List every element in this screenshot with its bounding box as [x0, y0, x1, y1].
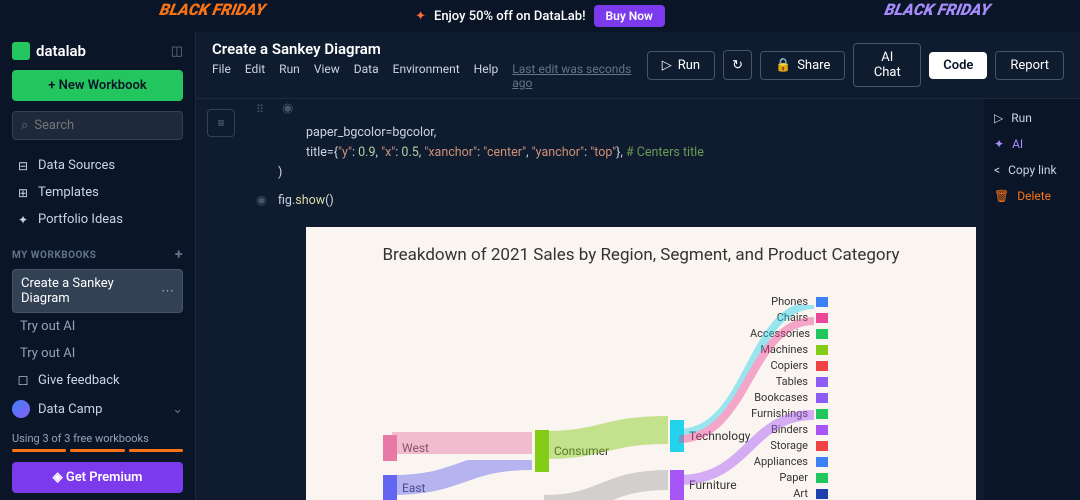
search-input[interactable]: ⌕	[12, 111, 183, 140]
workbook-item[interactable]: Try out AI	[12, 313, 183, 340]
share-button[interactable]: 🔒Share	[760, 51, 845, 80]
code-cell[interactable]: paper_bgcolor=bgcolor, title={"y": 0.9, …	[246, 119, 976, 221]
trash-icon: 🗑	[994, 189, 1009, 203]
drag-handle-icon[interactable]: ⠿	[256, 103, 266, 116]
menu-help[interactable]: Help	[474, 62, 499, 90]
buy-now-button[interactable]: Buy Now	[594, 5, 665, 27]
promo-text: Enjoy 50% off on DataLab!	[434, 9, 586, 24]
user-menu[interactable]: Data Camp ⌄	[12, 394, 183, 424]
nav-templates[interactable]: ⊞Templates	[12, 179, 183, 206]
code-tab[interactable]: Code	[929, 52, 987, 79]
bf-banner-right: BLACK FRIDAY	[883, 0, 992, 19]
menu-file[interactable]: File	[212, 62, 231, 90]
collapse-sidebar-icon[interactable]: ◫	[171, 44, 183, 59]
sparkle-icon: ✦	[994, 137, 1004, 151]
menubar: File Edit Run View Data Environment Help…	[212, 62, 647, 90]
workbook-item-active[interactable]: Create a Sankey Diagram ⋯	[12, 269, 183, 313]
cell-actions-panel: ▷Run ✦AI <Copy link 🗑Delete	[984, 99, 1080, 500]
run-cell-button[interactable]: ▷Run	[994, 111, 1070, 125]
menu-run[interactable]: Run	[279, 62, 300, 90]
feedback-link[interactable]: ☐Give feedback	[12, 367, 183, 394]
last-edit-status[interactable]: Last edit was seconds ago	[512, 62, 646, 90]
bulb-icon: ✦	[16, 213, 30, 227]
nav-portfolio[interactable]: ✦Portfolio Ideas	[12, 206, 183, 233]
outline-toggle-icon[interactable]: ≡	[207, 109, 235, 137]
delete-button[interactable]: 🗑Delete	[994, 189, 1070, 203]
get-premium-button[interactable]: ◈ Get Premium	[12, 462, 183, 493]
menu-view[interactable]: View	[314, 62, 340, 90]
ai-button[interactable]: ✦AI	[994, 137, 1070, 151]
search-icon: ⌕	[21, 118, 28, 133]
workbook-item[interactable]: Try out AI	[12, 340, 183, 367]
add-workbook-icon[interactable]: +	[175, 247, 183, 263]
chat-icon: ☐	[16, 374, 30, 388]
bf-banner-left: BLACK FRIDAY	[158, 0, 267, 19]
spark-icon: ✦	[415, 9, 426, 24]
topbar: Create a Sankey Diagram File Edit Run Vi…	[196, 32, 1080, 99]
brand-name: datalab	[36, 42, 86, 60]
report-tab[interactable]: Report	[995, 51, 1064, 80]
sidebar: datalab ◫ + New Workbook ⌕ ⊟Data Sources…	[0, 32, 196, 500]
flow	[392, 460, 532, 500]
sankey-chart[interactable]: West East Central Consumer Corporate Tec…	[320, 305, 962, 500]
run-button[interactable]: ▷Run	[647, 51, 715, 80]
ai-chat-button[interactable]: AI Chat	[853, 43, 921, 87]
menu-edit[interactable]: Edit	[245, 62, 265, 90]
logo-mark-icon	[12, 42, 30, 60]
restart-button[interactable]: ↻	[723, 50, 752, 80]
lock-icon: 🔒	[775, 58, 791, 73]
usage-bar	[12, 449, 183, 452]
diamond-icon: ◈	[53, 470, 63, 485]
share-icon: <	[994, 163, 1000, 177]
chart-output[interactable]: Breakdown of 2021 Sales by Region, Segme…	[306, 227, 976, 500]
workbook-menu-icon[interactable]: ⋯	[161, 284, 174, 299]
usage-text: Using 3 of 3 free workbooks	[12, 432, 183, 445]
flow	[679, 305, 814, 500]
restart-icon: ↻	[732, 58, 743, 73]
new-workbook-button[interactable]: + New Workbook	[12, 70, 183, 101]
menu-data[interactable]: Data	[354, 62, 379, 90]
promo-bar: BLACK FRIDAY BLACK FRIDAY ✦ Enjoy 50% of…	[0, 0, 1080, 32]
chevron-down-icon: ⌄	[172, 402, 183, 417]
play-icon: ▷	[994, 111, 1003, 125]
copy-link-button[interactable]: <Copy link	[994, 163, 1070, 177]
cell-gutter: ≡	[196, 99, 246, 500]
editor[interactable]: ⠿ ◉ paper_bgcolor=bgcolor, title={"y": 0…	[246, 99, 984, 500]
search-field[interactable]	[34, 118, 200, 133]
chart-title: Breakdown of 2021 Sales by Region, Segme…	[320, 245, 962, 265]
document-title[interactable]: Create a Sankey Diagram	[212, 40, 647, 58]
flow	[544, 465, 668, 500]
workbooks-header: MY WORKBOOKS +	[12, 247, 183, 263]
avatar-icon	[12, 400, 30, 418]
visibility-icon[interactable]: ◉	[282, 101, 293, 116]
play-icon: ▷	[662, 58, 672, 73]
menu-environment[interactable]: Environment	[393, 62, 460, 90]
template-icon: ⊞	[16, 186, 30, 200]
nav-data-sources[interactable]: ⊟Data Sources	[12, 152, 183, 179]
logo[interactable]: datalab	[12, 42, 86, 60]
database-icon: ⊟	[16, 159, 30, 173]
